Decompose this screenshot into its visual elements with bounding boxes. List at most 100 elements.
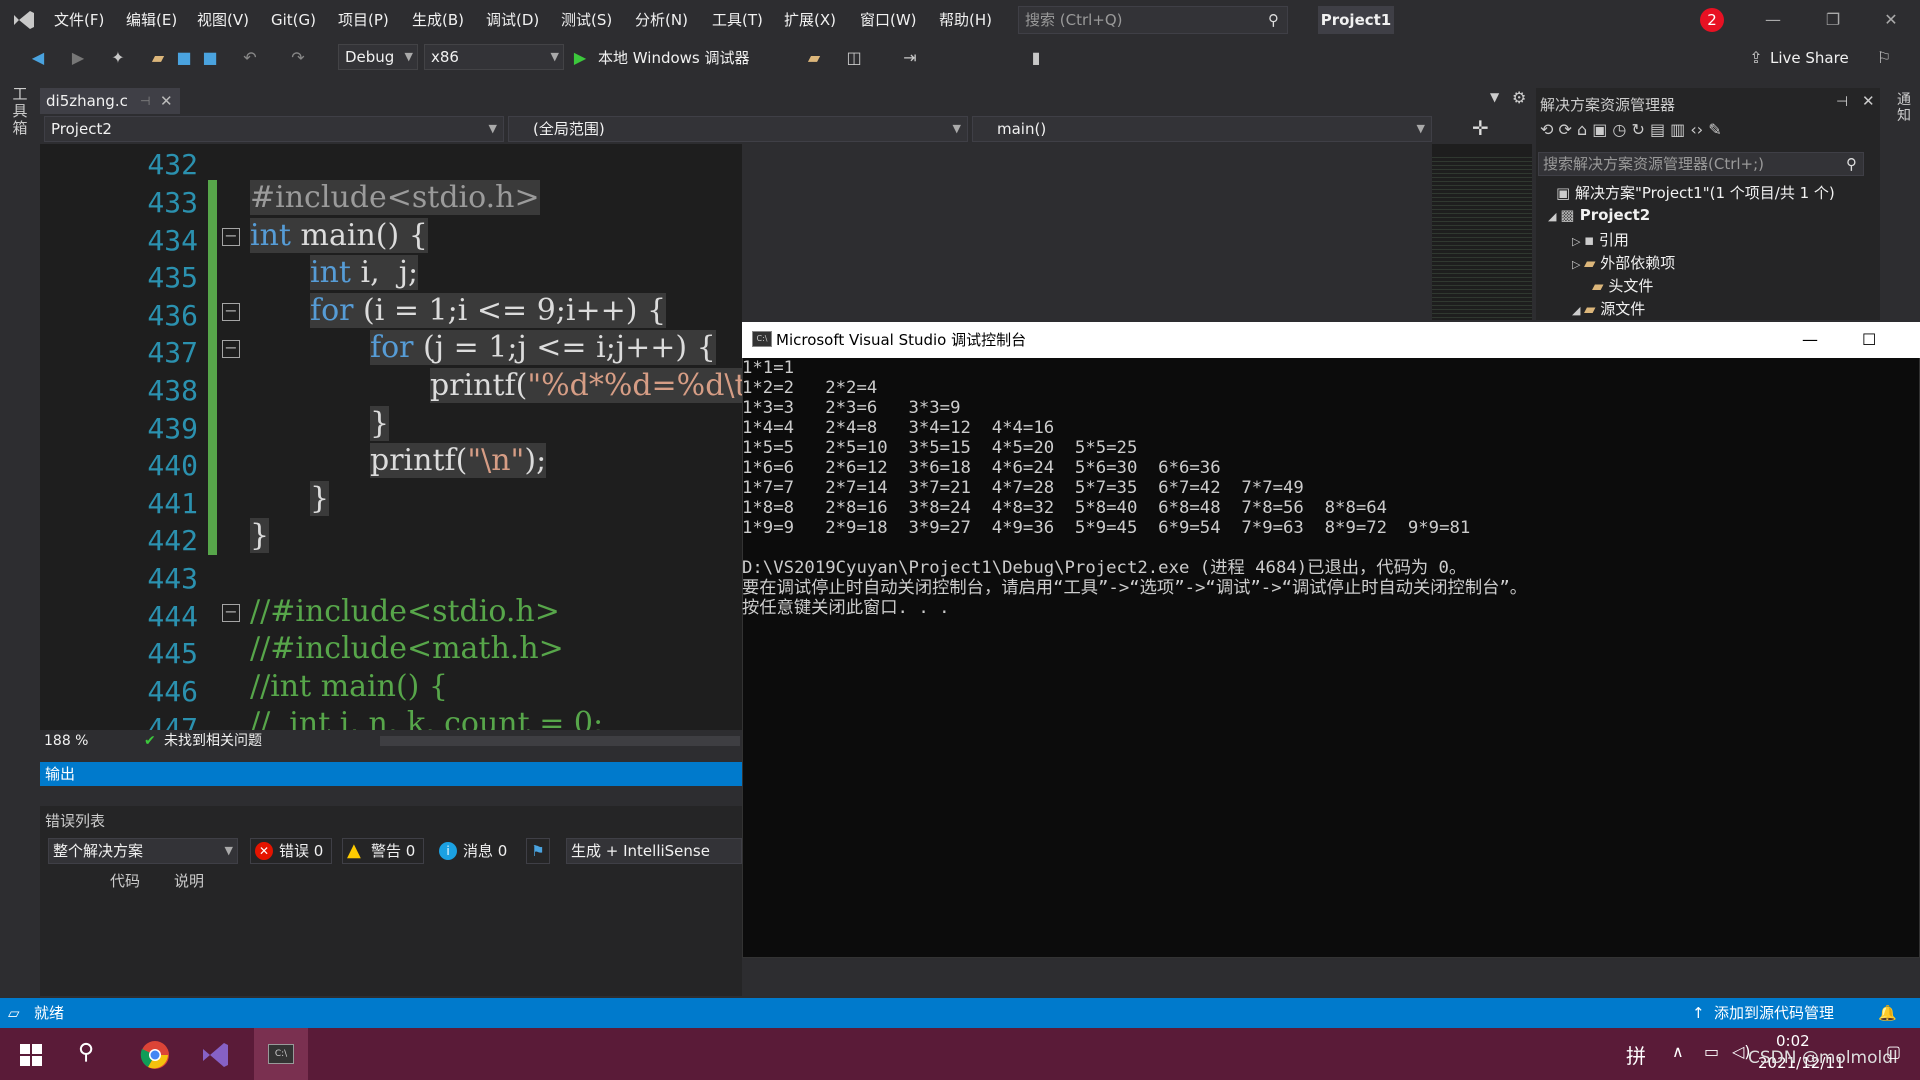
tree-project2[interactable]: ◢ ▩ Project2: [1548, 206, 1650, 224]
forward-icon[interactable]: ▶: [68, 48, 88, 68]
close-icon[interactable]: ✕: [1868, 0, 1914, 40]
issues-status[interactable]: 未找到相关问题: [164, 730, 262, 752]
pin-icon[interactable]: ⊣: [140, 88, 150, 114]
menu-tools[interactable]: 工具(T): [712, 0, 763, 40]
menu-edit[interactable]: 编辑(E): [126, 0, 177, 40]
menu-test[interactable]: 测试(S): [561, 0, 612, 40]
run-button-label[interactable]: 本地 Windows 调试器: [598, 40, 750, 76]
code-minimap[interactable]: [1432, 144, 1532, 320]
close-tab-icon[interactable]: ✕: [160, 88, 173, 114]
menu-analyze[interactable]: 分析(N): [635, 0, 688, 40]
maximize-icon[interactable]: ☐: [1862, 322, 1876, 358]
column-code[interactable]: 代码: [110, 870, 140, 891]
keyword: int: [250, 218, 291, 253]
feedback-icon[interactable]: ⚐: [1874, 48, 1894, 68]
member-nav-dropdown[interactable]: main() ▼: [972, 116, 1432, 142]
bookmark-icon[interactable]: ▮: [1026, 48, 1046, 68]
platform-dropdown[interactable]: x86 ▼: [424, 44, 564, 70]
source-dropdown[interactable]: 生成 + IntelliSense: [566, 838, 742, 864]
chevron-right-icon: ▷: [1572, 235, 1584, 248]
search-icon[interactable]: ⚲: [78, 1040, 94, 1065]
minimize-icon[interactable]: —: [1802, 322, 1818, 358]
settings-icon[interactable]: ⚙: [1512, 88, 1526, 107]
open-file-icon[interactable]: ▰: [148, 48, 168, 68]
tray-chevron-icon[interactable]: ∧: [1672, 1042, 1684, 1061]
line-number: 438: [147, 374, 198, 407]
config-dropdown[interactable]: Debug ▼: [338, 44, 418, 70]
status-ready: 就绪: [34, 1004, 65, 1022]
save-icon[interactable]: ■: [174, 48, 194, 68]
code-line: for (i = 1;i <= 9;i++) {: [310, 293, 667, 328]
visual-studio-icon[interactable]: [200, 1040, 230, 1070]
toolbox-tab[interactable]: 工具箱: [10, 86, 30, 137]
redo-icon[interactable]: ↷: [288, 48, 308, 68]
pin-icon[interactable]: ⊣: [1836, 94, 1848, 110]
undo-icon[interactable]: ↶: [240, 48, 260, 68]
menu-extensions[interactable]: 扩展(X): [784, 0, 836, 40]
solution-icon: ▣: [1556, 184, 1575, 202]
menu-git[interactable]: Git(G): [271, 0, 316, 40]
notifications-tab[interactable]: 通知: [1894, 92, 1914, 124]
warning-icon: ▲: [347, 840, 361, 861]
close-icon[interactable]: ✕: [1862, 92, 1875, 110]
zoom-level[interactable]: 188 %: [44, 730, 88, 752]
menu-window[interactable]: 窗口(W): [860, 0, 917, 40]
tab-di5zhang[interactable]: di5zhang.c ⊣ ✕: [40, 88, 180, 114]
fold-collapse-icon[interactable]: −: [222, 604, 240, 622]
menu-help[interactable]: 帮助(H): [939, 0, 992, 40]
output-panel-header[interactable]: 输出: [40, 762, 742, 786]
scope-nav-dropdown[interactable]: (全局范围) ▼: [508, 116, 968, 142]
menu-build[interactable]: 生成(B): [412, 0, 464, 40]
horizontal-scrollbar[interactable]: [380, 736, 740, 746]
action-center-icon[interactable]: ▢: [1886, 1042, 1901, 1061]
fold-collapse-icon[interactable]: −: [222, 228, 240, 246]
save-all-icon[interactable]: ■: [200, 48, 220, 68]
folder-icon[interactable]: ▰: [804, 48, 824, 68]
split-window-icon[interactable]: ✛: [1472, 116, 1489, 140]
step-icon[interactable]: ⇥: [900, 48, 920, 68]
platform-value: x86: [431, 48, 459, 66]
tree-external-deps[interactable]: ▷ ▰ 外部依赖项: [1572, 252, 1675, 273]
menu-view[interactable]: 视图(V): [197, 0, 249, 40]
warnings-filter-button[interactable]: ▲ 警告 0: [342, 838, 424, 864]
line-number: 444: [147, 600, 198, 633]
project-nav-dropdown[interactable]: Project2 ▼: [44, 116, 504, 142]
live-share-icon[interactable]: ⇪: [1746, 48, 1766, 68]
solution-search-placeholder: 搜索解决方案资源管理器(Ctrl+;): [1543, 155, 1765, 173]
code-editor[interactable]: 432 433 434 435 436 437 438 439 440 441 …: [40, 144, 742, 730]
line-number: 436: [147, 299, 198, 332]
menu-debug[interactable]: 调试(D): [486, 0, 539, 40]
filter-icon[interactable]: ⚑: [526, 838, 550, 864]
chrome-icon[interactable]: [140, 1040, 170, 1070]
tab-list-icon[interactable]: ▼: [1490, 90, 1499, 104]
tree-header-files[interactable]: ▰ 头文件: [1592, 275, 1653, 296]
notification-badge[interactable]: 2: [1700, 8, 1724, 32]
minimize-icon[interactable]: —: [1750, 0, 1796, 40]
fold-collapse-icon[interactable]: −: [222, 340, 240, 358]
view-icon[interactable]: ◫: [844, 48, 864, 68]
battery-icon[interactable]: ▭: [1704, 1042, 1719, 1061]
search-box[interactable]: 搜索 (Ctrl+Q) ⚲: [1018, 6, 1288, 34]
tree-source-files[interactable]: ◢ ▰ 源文件: [1572, 298, 1645, 319]
input-method-icon[interactable]: 拼: [1626, 1040, 1646, 1069]
tree-references[interactable]: ▷ ▪ 引用: [1572, 229, 1629, 250]
chevron-down-icon: ▼: [224, 844, 233, 857]
scope-dropdown[interactable]: 整个解决方案 ▼: [48, 838, 238, 864]
bell-icon[interactable]: 🔔: [1878, 998, 1897, 1028]
new-project-icon[interactable]: ✦: [108, 48, 128, 68]
errors-filter-button[interactable]: ✕ 错误 0: [250, 838, 332, 864]
start-debug-icon[interactable]: ▶: [570, 48, 590, 68]
messages-filter-button[interactable]: i 消息 0: [434, 838, 512, 864]
console-taskbar-app[interactable]: C:\: [254, 1028, 308, 1080]
solution-search-input[interactable]: 搜索解决方案资源管理器(Ctrl+;) ⚲: [1538, 152, 1864, 176]
back-icon[interactable]: ◀: [28, 48, 48, 68]
add-to-source-control[interactable]: 添加到源代码管理: [1714, 998, 1834, 1028]
column-description[interactable]: 说明: [174, 870, 204, 891]
restore-icon[interactable]: ❐: [1810, 0, 1856, 40]
fold-collapse-icon[interactable]: −: [222, 303, 240, 321]
menu-project[interactable]: 项目(P): [338, 0, 389, 40]
tree-solution[interactable]: ▣ 解决方案"Project1"(1 个项目/共 1 个): [1556, 182, 1835, 203]
menu-file[interactable]: 文件(F): [54, 0, 104, 40]
live-share-label[interactable]: Live Share: [1770, 40, 1849, 76]
windows-start-icon[interactable]: [20, 1044, 42, 1066]
